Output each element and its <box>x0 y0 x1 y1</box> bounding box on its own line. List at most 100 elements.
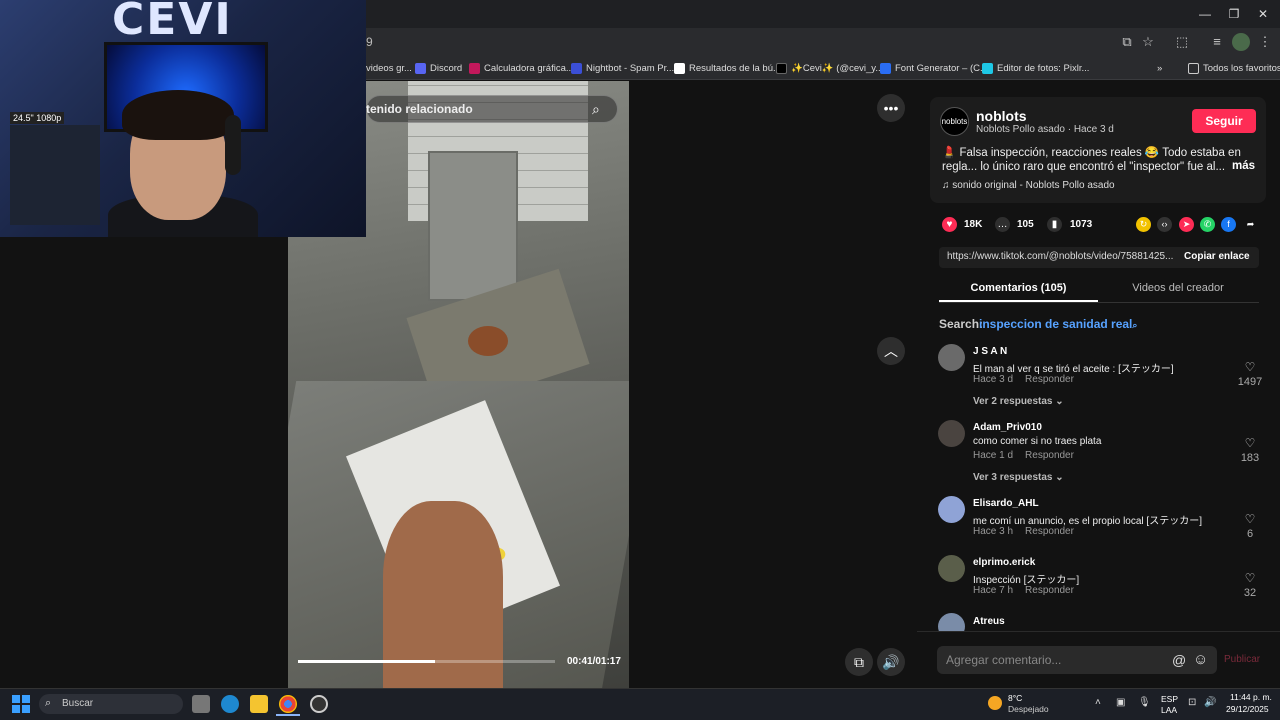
comment-like-icon[interactable]: ♡ <box>1235 571 1265 585</box>
view-replies[interactable]: Ver 2 respuestas ⌄ <box>973 396 1064 407</box>
extensions-icon[interactable]: ⬚ <box>1173 33 1191 51</box>
more-link[interactable]: más <box>1232 160 1255 172</box>
more-options-icon[interactable]: ••• <box>877 94 905 122</box>
reply-button[interactable]: Responder <box>1025 374 1074 385</box>
comment-meta: Hace 3 d Responder <box>973 374 1086 385</box>
bookmark-item[interactable]: videos gr... <box>366 60 412 76</box>
follow-button[interactable]: Seguir <box>1192 109 1256 133</box>
install-app-icon[interactable]: ⧉ <box>1118 33 1136 51</box>
comment-likes: 183 <box>1240 452 1260 464</box>
repost-icon[interactable]: ↻ <box>1136 217 1151 232</box>
share-link-text[interactable]: https://www.tiktok.com/@noblots/video/75… <box>947 251 1173 262</box>
taskbar-search[interactable] <box>39 694 183 714</box>
comment-user[interactable]: elprimo.erick <box>973 557 1035 568</box>
webcam-overlay: CEVI 24.5" 1080p <box>0 0 366 237</box>
creator-name[interactable]: noblots <box>976 108 1027 124</box>
volume-icon[interactable]: 🔊 <box>877 648 905 676</box>
chrome-icon[interactable] <box>279 695 297 713</box>
whatsapp-icon[interactable]: ✆ <box>1200 217 1215 232</box>
close-icon[interactable]: ✕ <box>1248 4 1278 24</box>
menu-icon[interactable]: ⋮ <box>1256 33 1274 51</box>
comment-icon[interactable]: … <box>995 217 1010 232</box>
comment-avatar[interactable] <box>938 420 965 447</box>
mention-icon[interactable]: @ <box>1172 652 1186 668</box>
tray-chevron-icon[interactable]: ˄ <box>1095 697 1101 708</box>
comment-likes: 1497 <box>1237 376 1263 388</box>
speaker-icon[interactable]: 🔊 <box>1204 697 1216 708</box>
comment-like-icon[interactable]: ♡ <box>1235 436 1265 450</box>
network-icon[interactable]: ⊡ <box>1188 697 1196 708</box>
comment-user[interactable]: Atreus <box>973 616 1005 627</box>
folder-icon <box>1188 62 1199 74</box>
send-icon[interactable]: ➤ <box>1179 217 1194 232</box>
reply-button[interactable]: Responder <box>1025 450 1074 461</box>
saves-count: 1073 <box>1070 219 1093 230</box>
windows-start-icon[interactable] <box>12 695 30 713</box>
emoji-icon[interactable]: ☺ <box>1193 651 1208 668</box>
file-explorer-icon[interactable] <box>250 695 268 713</box>
clock-date[interactable]: 29/12/2025 <box>1226 704 1269 714</box>
monitor-box-label: 24.5" 1080p <box>10 112 65 124</box>
heart-icon[interactable]: ♥ <box>942 217 957 232</box>
bookmark-item[interactable]: ✨Cevi✨ (@cevi_y... <box>776 60 883 76</box>
profile-icon[interactable] <box>1232 33 1250 51</box>
pip-icon[interactable]: ⧉ <box>845 648 873 676</box>
share-arrow-icon[interactable]: ➦ <box>1243 217 1258 232</box>
tab-comments[interactable]: Comentarios (105) <box>939 282 1098 294</box>
copy-link-button[interactable]: Copiar enlace <box>1184 251 1250 262</box>
keyboard-layout[interactable]: LAA <box>1161 705 1177 715</box>
comment-user[interactable]: Adam_Priv010 <box>973 422 1042 433</box>
comment-like-icon[interactable]: ♡ <box>1235 512 1265 526</box>
search-icon: ⌕ <box>1132 320 1138 330</box>
sound-link[interactable]: ♫ sonido original - Noblots Pollo asado <box>942 180 1115 191</box>
all-favorites[interactable]: Todos los favoritos <box>1188 60 1280 76</box>
bookmark-item[interactable]: Nightbot - Spam Pr... <box>571 60 674 76</box>
bookmark-icon[interactable]: ▮ <box>1047 217 1062 232</box>
bookmark-star-icon[interactable]: ☆ <box>1139 33 1157 51</box>
tab-search-icon[interactable]: ≡ <box>1208 33 1226 51</box>
publish-button[interactable]: Publicar <box>1224 654 1260 665</box>
comment-avatar[interactable] <box>938 555 965 582</box>
language-code[interactable]: ESP <box>1161 694 1178 704</box>
bookmark-item[interactable]: Resultados de la bú... <box>674 60 781 76</box>
font-icon <box>880 62 891 74</box>
previous-video-icon[interactable]: ︿ <box>877 337 905 365</box>
comment-text: Inspección [ステッカー] <box>973 575 1080 586</box>
restore-icon[interactable]: ❐ <box>1219 4 1249 24</box>
bookmark-item[interactable]: Discord <box>415 60 462 76</box>
creator-avatar[interactable]: noblots <box>940 107 969 136</box>
view-replies[interactable]: Ver 3 respuestas ⌄ <box>973 472 1064 483</box>
search-term-link[interactable]: inspeccion de sanidad real⌕ <box>979 317 1137 331</box>
bookmark-item[interactable]: Calculadora gráfica... <box>469 60 574 76</box>
minimize-icon[interactable]: — <box>1190 4 1220 24</box>
likes-count: 18K <box>964 219 983 230</box>
reply-button[interactable]: Responder <box>1025 585 1074 596</box>
weather-moon-icon[interactable] <box>988 696 1002 710</box>
comment-like-icon[interactable]: ♡ <box>1235 360 1265 374</box>
comment-user[interactable]: J S A N <box>973 346 1007 357</box>
tab-creator-videos[interactable]: Videos del creador <box>1098 282 1258 294</box>
task-view-icon[interactable] <box>192 695 210 713</box>
microphone-icon[interactable]: 🎙 <box>1138 697 1151 708</box>
facebook-icon[interactable]: f <box>1221 217 1236 232</box>
bookmark-item[interactable]: Editor de fotos: Pixlr... <box>982 60 1089 76</box>
headset <box>225 115 241 175</box>
tab-divider <box>939 302 1259 303</box>
bookmark-item[interactable]: Font Generator – (C... <box>880 60 988 76</box>
page-icon <box>674 62 685 74</box>
bookmarks-overflow-icon[interactable]: » <box>1157 60 1162 76</box>
comment-user[interactable]: Elisardo_AHL <box>973 498 1039 509</box>
comment-meta: Hace 3 h Responder <box>973 526 1086 537</box>
tray-app-icon[interactable]: ▣ <box>1116 697 1125 708</box>
weather-desc: Despejado <box>1008 704 1049 714</box>
app-icon[interactable] <box>310 695 328 713</box>
embed-icon[interactable]: ‹› <box>1157 217 1172 232</box>
clock-time[interactable]: 11:44 p. m. <box>1230 692 1272 702</box>
reply-button[interactable]: Responder <box>1025 526 1074 537</box>
comment-avatar[interactable] <box>938 496 965 523</box>
edge-icon[interactable] <box>221 695 239 713</box>
search-icon[interactable]: ⌕ <box>592 101 600 118</box>
url-text[interactable]: 9 <box>366 35 373 49</box>
video-time: 00:41/01:17 <box>567 656 621 667</box>
comment-avatar[interactable] <box>938 344 965 371</box>
